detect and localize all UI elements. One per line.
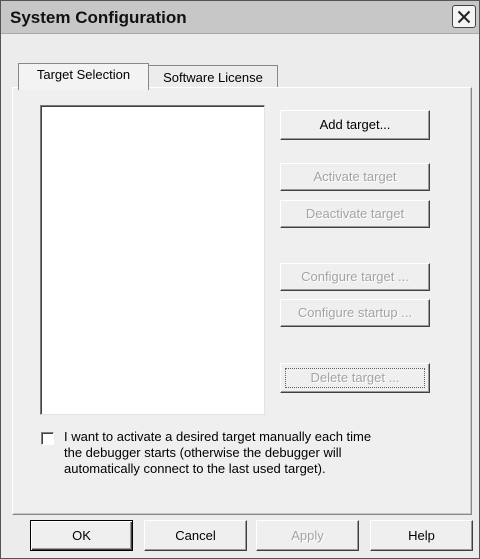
window-title: System Configuration <box>10 8 187 27</box>
close-icon <box>457 10 471 24</box>
deactivate-target-button[interactable]: Deactivate target <box>280 200 430 228</box>
tab-target-selection[interactable]: Target Selection <box>18 63 149 90</box>
ok-label: OK <box>72 528 91 543</box>
configure-target-button[interactable]: Configure target ... <box>280 263 430 291</box>
apply-label: Apply <box>291 528 324 543</box>
add-target-button[interactable]: Add target... <box>280 110 430 140</box>
system-configuration-dialog: System Configuration Target Selection So… <box>0 0 480 559</box>
manual-activation-label[interactable]: I want to activate a desired target manu… <box>64 429 444 477</box>
delete-target-button[interactable]: Delete target ... <box>280 363 430 393</box>
close-button[interactable] <box>452 5 476 28</box>
manual-activation-line-1: I want to activate a desired target manu… <box>64 429 372 444</box>
activate-target-label: Activate target <box>313 169 397 184</box>
add-target-label: Add target... <box>319 117 391 132</box>
manual-activation-line-2: the debugger starts (otherwise the debug… <box>64 445 342 460</box>
activate-target-button[interactable]: Activate target <box>280 163 430 191</box>
ok-button[interactable]: OK <box>30 520 133 551</box>
configure-startup-button[interactable]: Configure startup ... <box>280 299 430 327</box>
help-label: Help <box>408 528 435 543</box>
deactivate-target-label: Deactivate target <box>305 206 405 221</box>
manual-activation-checkbox[interactable] <box>41 432 54 445</box>
title-bar: System Configuration <box>1 1 479 34</box>
tab-software-license[interactable]: Software License <box>148 65 278 89</box>
delete-target-label: Delete target ... <box>310 370 400 385</box>
configure-startup-label: Configure startup ... <box>297 305 413 320</box>
cancel-button[interactable]: Cancel <box>144 520 247 551</box>
apply-button[interactable]: Apply <box>256 520 359 551</box>
tab-software-license-label: Software License <box>163 70 263 85</box>
cancel-label: Cancel <box>175 528 216 543</box>
target-list[interactable] <box>40 105 265 415</box>
manual-activation-line-3: automatically connect to the last used t… <box>64 461 326 476</box>
tab-target-selection-label: Target Selection <box>36 67 131 82</box>
help-button[interactable]: Help <box>370 520 473 551</box>
configure-target-label: Configure target ... <box>301 269 409 284</box>
